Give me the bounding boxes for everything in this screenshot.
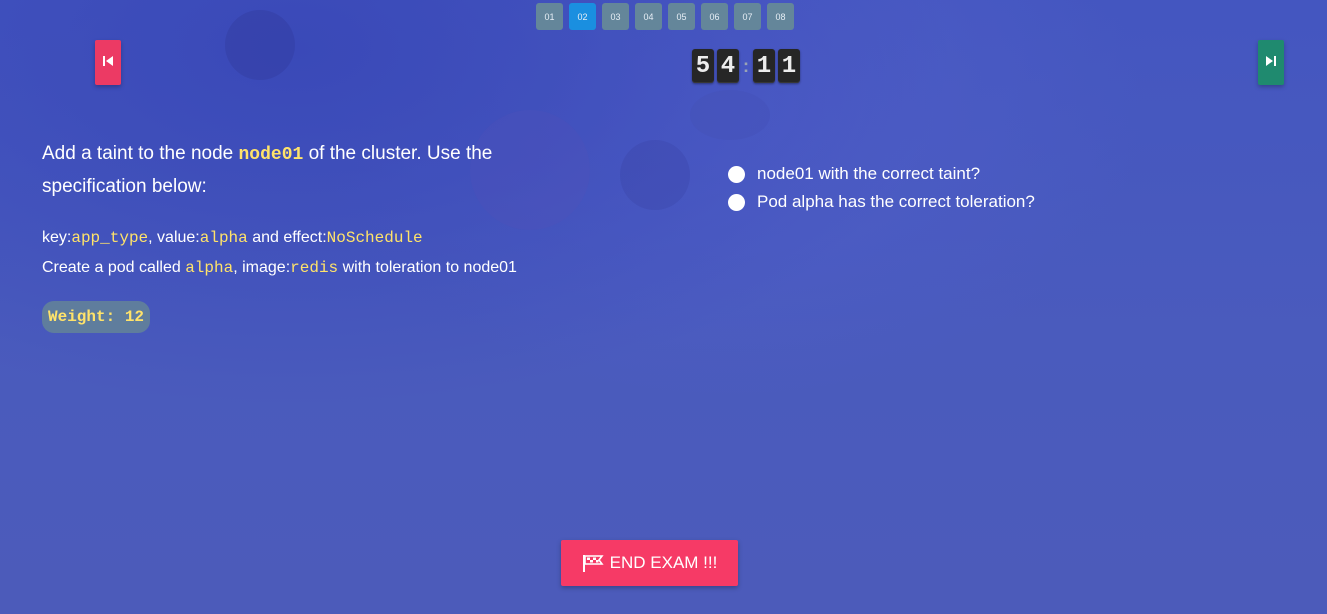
timer-digit: 5: [692, 49, 714, 83]
pod-name-code: alpha: [185, 259, 234, 277]
checklist-item-label: Pod alpha has the correct toleration?: [757, 192, 1035, 211]
pod-suffix: with toleration to node01: [338, 259, 517, 276]
spec-line-pod: Create a pod called alpha, image:redis w…: [42, 253, 602, 283]
checklist-item[interactable]: Pod alpha has the correct toleration?: [728, 188, 1288, 216]
question-title: Add a taint to the node node01 of the cl…: [42, 138, 602, 203]
timer-digit: 1: [778, 49, 800, 83]
timer-digit: 4: [717, 49, 739, 83]
pager-item-08[interactable]: 08: [767, 3, 794, 30]
question-spec: key:app_type, value:alpha and effect:NoS…: [42, 223, 602, 283]
skip-forward-icon: [1265, 54, 1277, 72]
pager-item-06[interactable]: 06: [701, 3, 728, 30]
radio-button[interactable]: [728, 193, 745, 211]
weight-badge: Weight: 12: [42, 301, 151, 333]
background-blob: [620, 140, 690, 210]
timer-separator: :: [743, 55, 749, 76]
verification-checklist: node01 with the correct taint? Pod alpha…: [728, 160, 1288, 216]
question-panel: Add a taint to the node node01 of the cl…: [42, 138, 602, 333]
checklist-item[interactable]: node01 with the correct taint?: [728, 160, 1288, 188]
key-label: key:: [42, 229, 72, 246]
image-label: , image:: [233, 259, 291, 276]
taint-value-code: alpha: [199, 229, 248, 247]
background-blob: [690, 90, 770, 140]
pager-item-01[interactable]: 01: [536, 3, 563, 30]
skip-back-icon: [102, 54, 114, 72]
pager-item-04[interactable]: 04: [635, 3, 662, 30]
question-pager: 01 02 03 04 05 06 07 08: [536, 3, 794, 30]
image-name-code: redis: [290, 259, 339, 277]
pager-item-02[interactable]: 02: [569, 3, 596, 30]
background-blob: [225, 10, 295, 80]
taint-effect-code: NoSchedule: [326, 229, 423, 247]
radio-button[interactable]: [728, 165, 745, 183]
end-exam-label: END EXAM !!!: [609, 553, 718, 572]
flag-icon: [582, 554, 604, 572]
previous-question-button[interactable]: [95, 40, 121, 85]
pager-item-05[interactable]: 05: [668, 3, 695, 30]
countdown-timer: 5 4 : 1 1: [692, 49, 803, 83]
end-exam-button[interactable]: END EXAM !!!: [561, 540, 738, 586]
checklist-item-label: node01 with the correct taint?: [757, 164, 981, 183]
pager-item-03[interactable]: 03: [602, 3, 629, 30]
effect-label: and effect:: [247, 229, 327, 246]
next-question-button[interactable]: [1258, 40, 1284, 85]
pager-item-07[interactable]: 07: [734, 3, 761, 30]
spec-line-taint: key:app_type, value:alpha and effect:NoS…: [42, 223, 602, 253]
timer-digit: 1: [753, 49, 775, 83]
pod-prefix: Create a pod called: [42, 259, 186, 276]
node-name-code: node01: [238, 145, 304, 165]
question-title-prefix: Add a taint to the node: [42, 143, 239, 164]
value-label: , value:: [148, 229, 200, 246]
taint-key-code: app_type: [71, 229, 149, 247]
